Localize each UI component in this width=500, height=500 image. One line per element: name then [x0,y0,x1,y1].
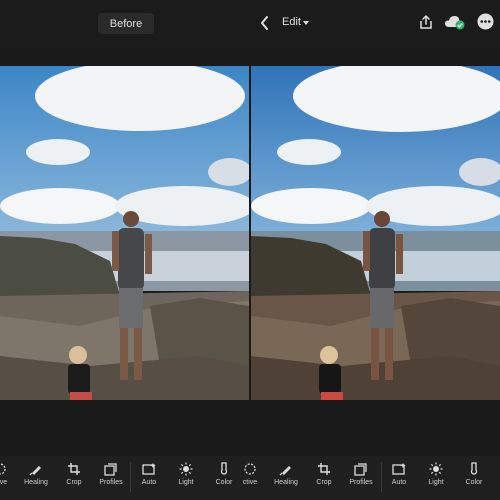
light-icon [179,462,193,476]
edit-toolbar: ctive Healing Crop Profiles Auto Light C… [0,456,500,500]
after-photo [251,66,500,400]
cloud-sync-icon[interactable] [444,14,466,30]
healing-brush-icon [29,466,41,476]
before-after-comparison[interactable] [0,66,500,400]
more-icon[interactable] [477,13,494,30]
crop-icon [318,463,330,475]
color-icon [470,462,478,475]
profiles-icon [104,463,117,476]
profiles-icon [354,463,367,476]
light-icon [429,462,443,476]
share-icon[interactable] [418,14,434,30]
chevron-left-icon[interactable] [258,14,272,32]
selective-icon [244,463,256,475]
selective-icon [0,463,6,475]
top-bar: Before Edit [0,0,500,48]
tool-color[interactable]: Color [452,460,496,496]
tool-label: Color [465,479,483,486]
auto-icon [142,463,156,475]
before-button[interactable]: Before [98,13,154,34]
caret-down-icon[interactable] [303,21,309,25]
crop-icon [68,463,80,475]
auto-icon [392,463,406,475]
before-photo [0,66,249,400]
edit-mode-title[interactable]: Edit [282,16,301,28]
healing-brush-icon [279,466,291,476]
